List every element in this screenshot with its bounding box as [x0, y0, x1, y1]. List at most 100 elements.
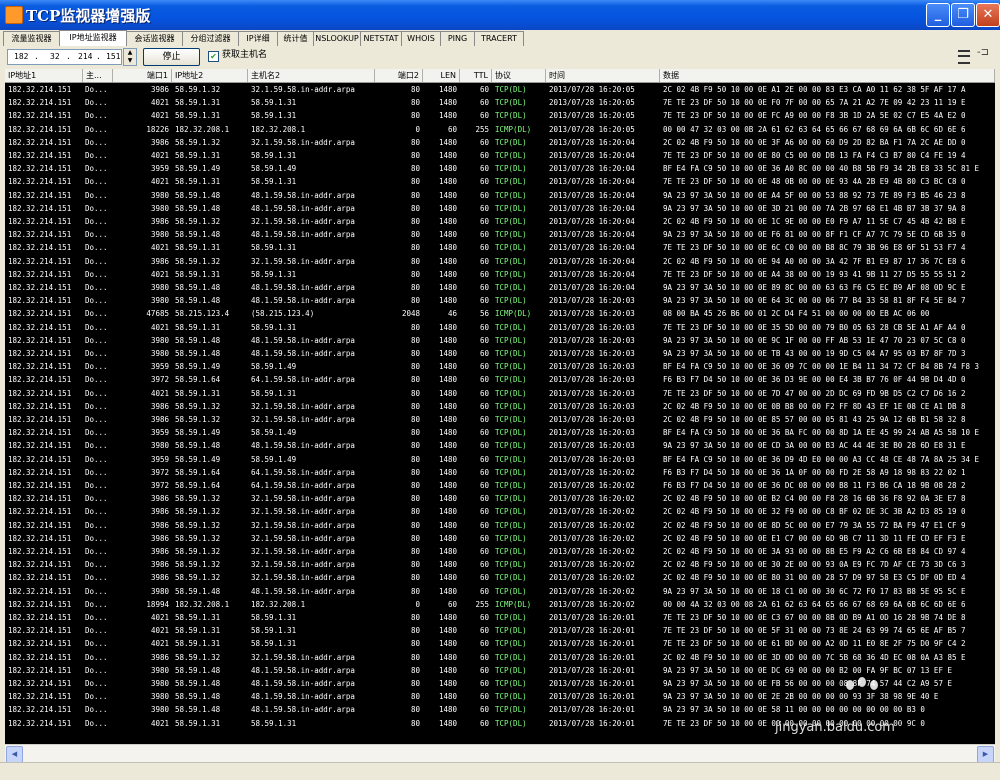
- table-row[interactable]: 182.32.214.151 Do... 3986 58.59.1.32 32.1.59…: [5, 492, 995, 505]
- cell-port1: 3986: [150, 560, 169, 570]
- tab-netstat[interactable]: NETSTAT: [360, 31, 402, 46]
- table-row[interactable]: 182.32.214.151 Do... 3972 58.59.1.64 64.1.59…: [5, 479, 995, 492]
- tab-tracert[interactable]: TRACERT: [474, 31, 524, 46]
- table-row[interactable]: 182.32.214.151 Do... 3980 58.59.1.48 48.1.59…: [5, 585, 995, 598]
- table-row[interactable]: 182.32.214.151 Do... 3986 58.59.1.32 32.1.59…: [5, 519, 995, 532]
- table-row[interactable]: 182.32.214.151 Do... 4021 58.59.1.31 58.59.1…: [5, 321, 995, 334]
- col-protocol[interactable]: 协议: [492, 69, 546, 82]
- scroll-left-icon[interactable]: ◀: [6, 746, 23, 763]
- close-button[interactable]: ✕: [976, 3, 1000, 27]
- tab-whois[interactable]: WHOIS: [401, 31, 441, 46]
- table-row[interactable]: 182.32.214.151 Do... 3986 58.59.1.32 32.1.59…: [5, 571, 995, 584]
- table-row[interactable]: 182.32.214.151 Do... 3986 58.59.1.32 32.1.59…: [5, 413, 995, 426]
- packet-table[interactable]: IP地址1 主... 端口1 IP地址2 主机名2 端口2 LEN TTL 协议…: [5, 69, 995, 744]
- table-row[interactable]: 182.32.214.151 Do... 3980 58.59.1.48 48.1.59…: [5, 202, 995, 215]
- table-row[interactable]: 182.32.214.151 Do... 3980 58.59.1.48 48.1.59…: [5, 439, 995, 452]
- ip-address-input[interactable]: 182 . 32 . 214 . 151: [7, 49, 122, 65]
- tab-session-monitor[interactable]: 会话监视器: [126, 31, 183, 46]
- table-row[interactable]: 182.32.214.151 Do... 3986 58.59.1.32 32.1.59…: [5, 136, 995, 149]
- table-row[interactable]: 182.32.214.151 Do... 3986 58.59.1.32 32.1.59…: [5, 532, 995, 545]
- table-row[interactable]: 182.32.214.151 Do... 3980 58.59.1.48 48.1.59…: [5, 228, 995, 241]
- ip-octet-1[interactable]: 182: [14, 50, 28, 64]
- table-row[interactable]: 182.32.214.151 Do... 3980 58.59.1.48 48.1.59…: [5, 347, 995, 360]
- table-row[interactable]: 182.32.214.151 Do... 3986 58.59.1.32 32.1.59…: [5, 215, 995, 228]
- table-row[interactable]: 182.32.214.151 Do... 47685 58.215.123.4 (58.…: [5, 307, 995, 320]
- cell-protocol: TCP(DL): [495, 137, 527, 147]
- maximize-button[interactable]: ❐: [951, 3, 975, 27]
- cell-host2: 58.59.1.31: [251, 718, 297, 728]
- table-row[interactable]: 182.32.214.151 Do... 4021 58.59.1.31 58.59.1…: [5, 268, 995, 281]
- cell-data: 7E TE 23 DF 50 10 00 0E 48 0B 00 00 0E 9…: [663, 177, 966, 187]
- spin-up-icon[interactable]: ▲: [124, 49, 136, 57]
- tab-packet-filter[interactable]: 分组过滤器: [182, 31, 239, 46]
- spin-down-icon[interactable]: ▼: [124, 57, 136, 65]
- ip-octet-4[interactable]: 151: [106, 50, 120, 64]
- tab-ping[interactable]: PING: [440, 31, 475, 46]
- table-row[interactable]: 182.32.214.151 Do... 3972 58.59.1.64 64.1.59…: [5, 466, 995, 479]
- tab-nslookup[interactable]: NSLOOKUP: [313, 31, 361, 46]
- col-time[interactable]: 时间: [546, 69, 660, 82]
- stop-button[interactable]: 停止: [143, 48, 200, 66]
- title-bar[interactable]: TCP监视器增强版 _ ❐ ✕: [0, 0, 1000, 30]
- cell-ip1: 182.32.214.151: [8, 269, 72, 279]
- cell-ttl: 60: [479, 573, 489, 583]
- ip-octet-3[interactable]: 214: [78, 50, 92, 64]
- cell-port1: 3986: [150, 217, 169, 226]
- table-row[interactable]: 182.32.214.151 Do... 4021 58.59.1.31 58.59.1…: [5, 637, 995, 650]
- col-host2[interactable]: 主机名2: [248, 69, 375, 82]
- table-row[interactable]: 182.32.214.151 Do... 4021 58.59.1.31 58.59.1…: [5, 387, 995, 400]
- table-row[interactable]: 182.32.214.151 Do... 3986 58.59.1.32 32.1.59…: [5, 545, 995, 558]
- cell-data: 7E TE 23 DF 50 10 00 0E F0 7F 00 00 65 7…: [663, 98, 966, 108]
- table-row[interactable]: 182.32.214.151 Do... 18994 182.32.208.1 182.…: [5, 598, 995, 611]
- get-hostname-checkbox[interactable]: ✔: [208, 51, 219, 62]
- col-ttl[interactable]: TTL: [460, 69, 492, 82]
- table-row[interactable]: 182.32.214.151 Do... 3986 58.59.1.32 32.1.59…: [5, 255, 995, 268]
- cell-port1: 4021: [150, 111, 169, 121]
- col-port2[interactable]: 端口2: [375, 69, 423, 82]
- col-port1[interactable]: 端口1: [113, 69, 172, 82]
- table-row[interactable]: 182.32.214.151 Do... 3986 58.59.1.32 32.1.59…: [5, 651, 995, 664]
- cell-ip1: 182.32.214.151: [8, 533, 72, 543]
- cell-host1: Do...: [85, 599, 108, 609]
- ip-octet-2[interactable]: 32: [50, 50, 60, 64]
- table-row[interactable]: 182.32.214.151 Do... 4021 58.59.1.31 58.59.1…: [5, 96, 995, 109]
- col-len[interactable]: LEN: [423, 69, 460, 82]
- table-row[interactable]: 182.32.214.151 Do... 4021 58.59.1.31 58.59.1…: [5, 149, 995, 162]
- table-row[interactable]: 182.32.214.151 Do... 3980 58.59.1.48 48.1.59…: [5, 294, 995, 307]
- cell-data: 9A 23 97 3A 50 10 00 0E 89 8C 00 00 63 6…: [663, 283, 966, 292]
- table-row[interactable]: 182.32.214.151 Do... 3959 58.59.1.49 58.59.1…: [5, 360, 995, 373]
- scroll-right-icon[interactable]: ▶: [977, 746, 994, 763]
- table-row[interactable]: 182.32.214.151 Do... 18226 182.32.208.1 182.…: [5, 123, 995, 136]
- table-row[interactable]: 182.32.214.151 Do... 3972 58.59.1.64 64.1.59…: [5, 373, 995, 386]
- menu-icon[interactable]: [958, 50, 970, 64]
- table-row[interactable]: 182.32.214.151 Do... 4021 58.59.1.31 58.59.1…: [5, 241, 995, 254]
- table-row[interactable]: 182.32.214.151 Do... 4021 58.59.1.31 58.59.1…: [5, 109, 995, 122]
- tab-statistics[interactable]: 统计值: [277, 31, 314, 46]
- table-row[interactable]: 182.32.214.151 Do... 3986 58.59.1.32 32.1.59…: [5, 400, 995, 413]
- minimize-button[interactable]: _: [926, 3, 950, 27]
- table-row[interactable]: 182.32.214.151 Do... 3980 58.59.1.48 48.1.59…: [5, 334, 995, 347]
- table-row[interactable]: 182.32.214.151 Do... 3959 58.59.1.49 58.59.1…: [5, 426, 995, 439]
- table-row[interactable]: 182.32.214.151 Do... 3959 58.59.1.49 58.59.1…: [5, 162, 995, 175]
- tab-ip-detail[interactable]: IP详细: [238, 31, 278, 46]
- horizontal-scrollbar[interactable]: ◀ ▶: [5, 744, 995, 763]
- col-ip1[interactable]: IP地址1: [5, 69, 83, 82]
- table-row[interactable]: 182.32.214.151 Do... 4021 58.59.1.31 58.59.1…: [5, 624, 995, 637]
- table-row[interactable]: 182.32.214.151 Do... 3986 58.59.1.32 32.1.59…: [5, 505, 995, 518]
- table-row[interactable]: 182.32.214.151 Do... 3980 58.59.1.48 48.1.59…: [5, 281, 995, 294]
- table-row[interactable]: 182.32.214.151 Do... 3986 58.59.1.32 32.1.59…: [5, 83, 995, 96]
- ip-spinner[interactable]: ▲ ▼: [123, 48, 137, 66]
- col-ip2[interactable]: IP地址2: [172, 69, 248, 82]
- table-row[interactable]: 182.32.214.151 Do... 3980 58.59.1.48 48.1.59…: [5, 664, 995, 677]
- tab-ip-monitor[interactable]: IP地址监视器: [59, 30, 127, 46]
- table-row[interactable]: 182.32.214.151 Do... 3986 58.59.1.32 32.1.59…: [5, 558, 995, 571]
- table-row[interactable]: 182.32.214.151 Do... 4021 58.59.1.31 58.59.1…: [5, 175, 995, 188]
- col-host1[interactable]: 主...: [83, 69, 113, 82]
- table-row[interactable]: 182.32.214.151 Do... 4021 58.59.1.31 58.59.1…: [5, 611, 995, 624]
- tab-traffic-monitor[interactable]: 流量监视器: [3, 31, 60, 46]
- table-row[interactable]: 182.32.214.151 Do... 3959 58.59.1.49 58.59.1…: [5, 453, 995, 466]
- pin-icon[interactable]: -⊐: [977, 47, 989, 58]
- col-data[interactable]: 数据: [660, 69, 995, 82]
- table-row[interactable]: 182.32.214.151 Do... 3980 58.59.1.48 48.1.59…: [5, 189, 995, 202]
- cell-protocol: TCP(DL): [495, 547, 527, 556]
